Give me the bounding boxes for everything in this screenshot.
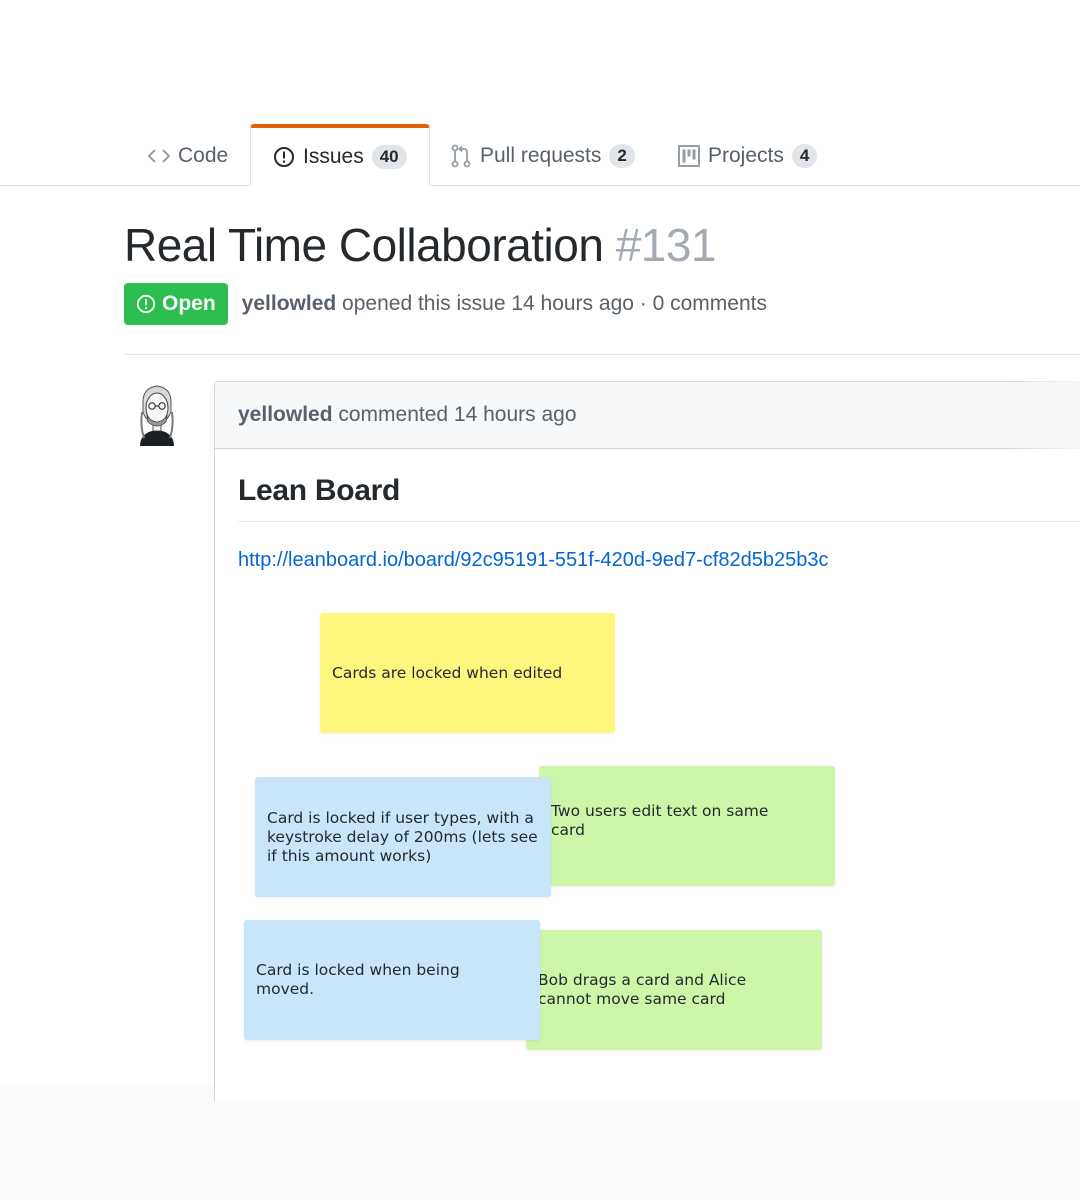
issues-count-badge: 40 <box>371 145 407 169</box>
issue-author-link[interactable]: yellowled <box>242 292 337 315</box>
card-text: Card is locked when being moved. <box>256 961 460 998</box>
card-text: Bob drags a card and Alice cannot move s… <box>538 971 747 1008</box>
issue-opened-icon <box>136 294 156 314</box>
header-fade <box>1005 381 1080 449</box>
heading-divider <box>238 521 1080 522</box>
avatar[interactable] <box>132 382 182 448</box>
issue-meta: Open yellowled opened this issue 14 hour… <box>124 283 767 325</box>
board-card[interactable]: Card is locked when being moved. <box>244 920 540 1040</box>
page-footer-area <box>0 1085 1080 1200</box>
tab-pull-requests[interactable]: Pull requests 2 <box>450 125 635 186</box>
issue-title: Real Time Collaboration #131 <box>124 218 717 272</box>
board-link[interactable]: http://leanboard.io/board/92c95191-551f-… <box>238 549 828 572</box>
tab-projects[interactable]: Projects 4 <box>678 125 818 186</box>
tab-code[interactable]: Code <box>148 125 228 186</box>
tab-label: Code <box>178 143 229 167</box>
issue-opened-text: opened this issue 14 hours ago · 0 comme… <box>342 292 767 315</box>
card-text: Card is locked if user types, with a key… <box>267 808 538 865</box>
issue-meta-text: yellowled opened this issue 14 hours ago… <box>242 292 767 316</box>
code-icon <box>148 145 170 167</box>
issue-opened-icon <box>273 146 295 168</box>
tab-label: Projects <box>708 143 784 167</box>
issue-title-text: Real Time Collaboration <box>124 219 604 271</box>
pull-requests-count-badge: 2 <box>609 143 635 168</box>
comment-header: yellowled commented 14 hours ago <box>215 382 1080 449</box>
comment-author-link[interactable]: yellowled <box>238 403 333 427</box>
card-text: Two users edit text on same card <box>551 802 769 839</box>
project-icon <box>678 144 700 167</box>
header-divider <box>124 354 1080 355</box>
board-card[interactable]: Bob drags a card and Alice cannot move s… <box>526 930 822 1050</box>
tab-label: Issues <box>303 145 364 168</box>
issue-state-label: Open <box>162 292 216 315</box>
tab-issues[interactable]: Issues 40 <box>250 124 430 186</box>
comment-timestamp: commented 14 hours ago <box>338 403 577 426</box>
board-card[interactable]: Two users edit text on same card <box>539 766 835 886</box>
repo-nav-tabs: Code Issues 40 Pull requests 2 Projects … <box>0 124 1080 186</box>
tab-label: Pull requests <box>480 143 602 167</box>
board-card[interactable]: Card is locked if user types, with a key… <box>255 777 551 897</box>
issue-state-badge: Open <box>124 283 228 325</box>
projects-count-badge: 4 <box>791 143 818 168</box>
comment-heading: Lean Board <box>238 474 401 507</box>
comment-box: yellowled commented 14 hours ago Lean Bo… <box>214 381 1080 1101</box>
issue-number: #131 <box>615 219 717 271</box>
board-card[interactable]: Cards are locked when edited <box>320 613 615 733</box>
card-text: Cards are locked when edited <box>332 663 563 682</box>
git-pull-request-icon <box>450 144 472 167</box>
